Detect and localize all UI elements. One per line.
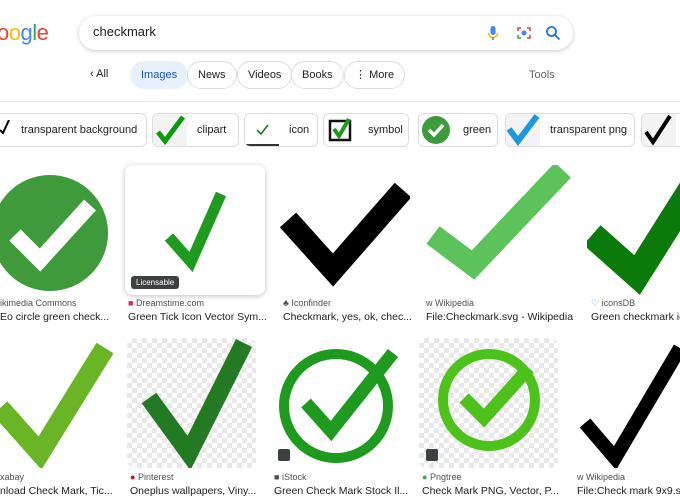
chip-green[interactable]: green: [418, 113, 498, 147]
search-input[interactable]: [93, 24, 463, 39]
chip-transparent-png[interactable]: transparent png: [505, 113, 635, 147]
lens-icon[interactable]: [515, 24, 533, 42]
tab-all-label: All: [96, 68, 109, 80]
wikipedia-icon: w: [577, 472, 584, 482]
tools-button[interactable]: Tools: [529, 69, 555, 81]
checkmark-icon: [0, 120, 10, 134]
image-result[interactable]: [0, 165, 110, 295]
image-source[interactable]: ♡ iconsDB: [591, 298, 635, 309]
image-result[interactable]: [587, 165, 680, 295]
source-label: Wikipedia: [586, 472, 626, 482]
image-icon: [426, 449, 438, 461]
heart-icon: ♡: [591, 298, 600, 308]
chip-label: green: [463, 124, 492, 136]
chip-icon[interactable]: icon: [244, 113, 318, 147]
dreamstime-icon: ■: [128, 298, 134, 308]
image-source[interactable]: ● Pinterest: [130, 472, 173, 482]
image-title[interactable]: nload Check Mark, Tic...: [0, 485, 118, 497]
wikipedia-icon: w: [426, 298, 433, 308]
chip-label: transparent png: [550, 124, 628, 136]
checkmark-icon: [506, 114, 540, 146]
image-title[interactable]: File:Checkmark.svg - Wikipedia: [426, 311, 576, 323]
checkbox-icon: [328, 117, 352, 142]
image-source[interactable]: w Wikipedia: [426, 298, 474, 308]
image-title[interactable]: Check Mark PNG, Vector, P...: [422, 485, 562, 497]
yellow-green-checkmark-image: [0, 342, 113, 468]
chip-transparent-background[interactable]: transparent background: [0, 113, 147, 147]
image-result[interactable]: [127, 338, 256, 468]
istock-icon: ■: [274, 472, 280, 482]
chip-label: symbol: [368, 124, 403, 136]
image-title[interactable]: Oneplus wallpapers, Viny...: [130, 485, 258, 497]
image-source[interactable]: ikimedia Commons: [0, 298, 77, 308]
licensable-badge: Licensable: [131, 276, 180, 289]
divider: [0, 101, 680, 102]
light-green-checkmark-image: [426, 165, 571, 280]
chip-clipart[interactable]: clipart: [152, 113, 239, 147]
image-result[interactable]: [271, 338, 405, 468]
pngtree-icon: ●: [422, 472, 428, 482]
tab-books[interactable]: Books: [291, 61, 344, 89]
image-source[interactable]: ● Pngtree: [422, 472, 461, 482]
lime-check-circle-image: [438, 349, 540, 451]
image-title[interactable]: File:Check mark 9x9.sv: [577, 485, 680, 497]
chip-label: icon: [289, 124, 310, 136]
tab-news[interactable]: News: [187, 61, 237, 89]
black-checkmark-image: [280, 182, 410, 287]
image-result[interactable]: Licensable: [125, 165, 265, 295]
source-label: Pinterest: [137, 472, 174, 482]
search-icon[interactable]: [544, 24, 562, 42]
image-result[interactable]: [0, 338, 113, 468]
chip-symbol[interactable]: symbol: [323, 113, 409, 147]
black-thin-checkmark-image: [579, 344, 680, 468]
search-bar: [79, 16, 573, 50]
image-result[interactable]: [423, 165, 573, 295]
image-title[interactable]: Green Check Mark Stock Il...: [274, 485, 408, 497]
more-vert-icon: ⋮: [355, 69, 370, 81]
iconfinder-icon: ♣: [283, 298, 289, 308]
green-check-circle-image: [0, 175, 108, 291]
tab-more[interactable]: ⋮ More: [344, 61, 406, 89]
chip-more[interactable]: [641, 113, 680, 147]
source-label: Wikipedia: [435, 298, 475, 308]
microphone-icon[interactable]: [484, 24, 502, 42]
source-label: Iconfinder: [291, 298, 331, 308]
tab-more-label: More: [369, 69, 395, 81]
image-title[interactable]: Green Tick Icon Vector Sym...: [128, 311, 268, 323]
image-icon: [278, 449, 290, 461]
checkmark-icon: [256, 124, 269, 136]
source-label: Pngtree: [429, 472, 462, 482]
source-label: Dreamstime.com: [135, 298, 204, 308]
checkmark-icon: [156, 115, 185, 146]
chip-label: clipart: [197, 124, 227, 136]
image-source[interactable]: ■ Dreamstime.com: [128, 298, 204, 308]
image-title[interactable]: Checkmark, yes, ok, chec...: [283, 311, 413, 323]
google-logo[interactable]: oogle: [0, 20, 49, 46]
green-checkmark-image: [141, 338, 253, 468]
source-label: iStock: [281, 472, 307, 482]
source-label: iconsDB: [601, 298, 636, 308]
image-result[interactable]: [573, 338, 680, 468]
dark-green-checkmark-image: [587, 182, 680, 295]
image-source[interactable]: ♣ Iconfinder: [283, 298, 331, 308]
image-result[interactable]: [280, 165, 410, 295]
tab-videos[interactable]: Videos: [237, 61, 293, 89]
image-title[interactable]: Eo circle green check...: [0, 311, 115, 323]
tab-all[interactable]: ‹ All: [90, 68, 108, 80]
tab-images[interactable]: Images: [130, 61, 189, 89]
green-check-circle-icon: [422, 116, 450, 144]
image-source[interactable]: ■ iStock: [274, 472, 306, 482]
image-source[interactable]: xabay: [0, 472, 24, 482]
chip-label: transparent background: [21, 124, 138, 136]
image-title[interactable]: Green checkmark ic: [591, 311, 680, 323]
checkmark-icon: [644, 114, 672, 146]
image-source[interactable]: w Wikipedia: [577, 472, 625, 482]
pinterest-icon: ●: [130, 472, 136, 482]
image-result[interactable]: [419, 338, 558, 468]
green-check-circle-outline-image: [279, 348, 399, 463]
